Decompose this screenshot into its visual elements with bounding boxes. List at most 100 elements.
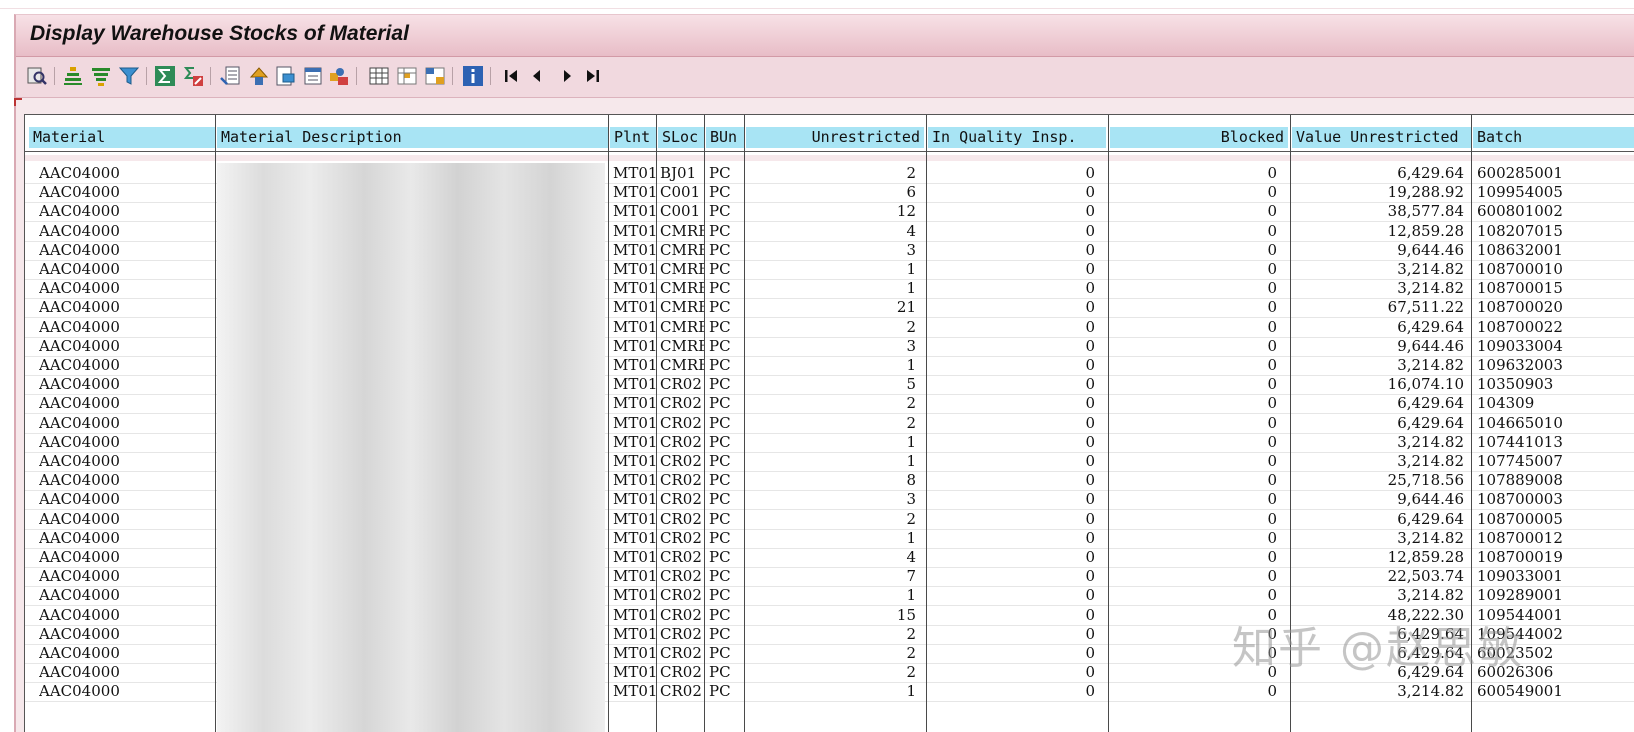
cell-base-unit[interactable]: PC: [709, 490, 744, 509]
cell-batch[interactable]: 109033004: [1477, 337, 1634, 356]
cell-batch[interactable]: 108700012: [1477, 529, 1634, 548]
cell-value-unrestricted[interactable]: 38,577.84: [1292, 202, 1464, 221]
cell-blocked[interactable]: 0: [1110, 452, 1277, 471]
cell-storage-location[interactable]: CR02: [660, 414, 704, 433]
cell-storage-location[interactable]: CR02: [660, 625, 704, 644]
cell-unrestricted[interactable]: 2: [746, 644, 916, 663]
cell-material[interactable]: AAC04000: [39, 567, 209, 586]
cell-storage-location[interactable]: CR02: [660, 490, 704, 509]
cell-plant[interactable]: MT01: [613, 490, 656, 509]
cell-storage-location[interactable]: BJ01: [660, 164, 704, 183]
cell-unrestricted[interactable]: 1: [746, 452, 916, 471]
change-layout-icon[interactable]: [368, 65, 390, 87]
cell-blocked[interactable]: 0: [1110, 164, 1277, 183]
cell-unrestricted[interactable]: 2: [746, 510, 916, 529]
cell-material[interactable]: AAC04000: [39, 202, 209, 221]
cell-batch[interactable]: 600549001: [1477, 682, 1634, 701]
cell-storage-location[interactable]: CR02: [660, 433, 704, 452]
graphic-icon[interactable]: [328, 65, 350, 87]
cell-plant[interactable]: MT01: [613, 625, 656, 644]
cell-unrestricted[interactable]: 2: [746, 625, 916, 644]
cell-value-unrestricted[interactable]: 6,429.64: [1292, 318, 1464, 337]
column-header-storage-location[interactable]: SLoc: [658, 127, 704, 148]
cell-base-unit[interactable]: PC: [709, 510, 744, 529]
cell-in-quality-insp[interactable]: 0: [928, 490, 1095, 509]
cell-in-quality-insp[interactable]: 0: [928, 663, 1095, 682]
cell-material[interactable]: AAC04000: [39, 529, 209, 548]
cell-unrestricted[interactable]: 2: [746, 663, 916, 682]
cell-value-unrestricted[interactable]: 3,214.82: [1292, 586, 1464, 605]
details-icon[interactable]: [26, 65, 48, 87]
cell-storage-location[interactable]: CMRB: [660, 298, 704, 317]
cell-value-unrestricted[interactable]: 6,429.64: [1292, 510, 1464, 529]
cell-unrestricted[interactable]: 21: [746, 298, 916, 317]
cell-material[interactable]: AAC04000: [39, 452, 209, 471]
cell-plant[interactable]: MT01: [613, 471, 656, 490]
column-header-value-unrestricted[interactable]: Value Unrestricted: [1292, 127, 1471, 148]
cell-plant[interactable]: MT01: [613, 606, 656, 625]
cell-in-quality-insp[interactable]: 0: [928, 586, 1095, 605]
filter-icon[interactable]: [118, 65, 140, 87]
cell-plant[interactable]: MT01: [613, 164, 656, 183]
cell-unrestricted[interactable]: 15: [746, 606, 916, 625]
cell-plant[interactable]: MT01: [613, 663, 656, 682]
cell-batch[interactable]: 107889008: [1477, 471, 1634, 490]
cell-base-unit[interactable]: PC: [709, 202, 744, 221]
cell-storage-location[interactable]: CR02: [660, 663, 704, 682]
cell-blocked[interactable]: 0: [1110, 183, 1277, 202]
cell-storage-location[interactable]: CR02: [660, 606, 704, 625]
cell-batch[interactable]: 108700003: [1477, 490, 1634, 509]
info-icon[interactable]: [462, 65, 484, 87]
column-header-material[interactable]: Material: [29, 127, 215, 148]
cell-batch[interactable]: 104665010: [1477, 414, 1634, 433]
cell-base-unit[interactable]: PC: [709, 260, 744, 279]
cell-value-unrestricted[interactable]: 3,214.82: [1292, 356, 1464, 375]
cell-base-unit[interactable]: PC: [709, 433, 744, 452]
cell-plant[interactable]: MT01: [613, 202, 656, 221]
cell-plant[interactable]: MT01: [613, 586, 656, 605]
cell-unrestricted[interactable]: 12: [746, 202, 916, 221]
cell-in-quality-insp[interactable]: 0: [928, 510, 1095, 529]
last-page-icon[interactable]: [582, 65, 604, 87]
select-layout-icon[interactable]: [396, 65, 418, 87]
cell-plant[interactable]: MT01: [613, 548, 656, 567]
cell-blocked[interactable]: 0: [1110, 298, 1277, 317]
cell-material[interactable]: AAC04000: [39, 375, 209, 394]
cell-batch[interactable]: 104309: [1477, 394, 1634, 413]
cell-value-unrestricted[interactable]: 22,503.74: [1292, 567, 1464, 586]
cell-value-unrestricted[interactable]: 3,214.82: [1292, 279, 1464, 298]
cell-storage-location[interactable]: CR02: [660, 682, 704, 701]
column-header-batch[interactable]: Batch: [1473, 127, 1634, 148]
cell-material[interactable]: AAC04000: [39, 279, 209, 298]
cell-plant[interactable]: MT01: [613, 529, 656, 548]
cell-storage-location[interactable]: CR02: [660, 529, 704, 548]
cell-plant[interactable]: MT01: [613, 337, 656, 356]
cell-value-unrestricted[interactable]: 12,859.28: [1292, 222, 1464, 241]
cell-batch[interactable]: 109033001: [1477, 567, 1634, 586]
cell-plant[interactable]: MT01: [613, 567, 656, 586]
cell-in-quality-insp[interactable]: 0: [928, 183, 1095, 202]
cell-blocked[interactable]: 0: [1110, 567, 1277, 586]
cell-blocked[interactable]: 0: [1110, 279, 1277, 298]
cell-material[interactable]: AAC04000: [39, 548, 209, 567]
cell-blocked[interactable]: 0: [1110, 529, 1277, 548]
cell-batch[interactable]: 107745007: [1477, 452, 1634, 471]
cell-unrestricted[interactable]: 1: [746, 260, 916, 279]
cell-material[interactable]: AAC04000: [39, 241, 209, 260]
cell-material[interactable]: AAC04000: [39, 298, 209, 317]
cell-in-quality-insp[interactable]: 0: [928, 567, 1095, 586]
cell-blocked[interactable]: 0: [1110, 471, 1277, 490]
cell-value-unrestricted[interactable]: 6,429.64: [1292, 414, 1464, 433]
cell-base-unit[interactable]: PC: [709, 682, 744, 701]
cell-value-unrestricted[interactable]: 3,214.82: [1292, 260, 1464, 279]
cell-unrestricted[interactable]: 4: [746, 548, 916, 567]
column-header-base-unit[interactable]: BUn: [706, 127, 744, 148]
cell-storage-location[interactable]: CR02: [660, 394, 704, 413]
cell-storage-location[interactable]: CR02: [660, 548, 704, 567]
cell-in-quality-insp[interactable]: 0: [928, 241, 1095, 260]
cell-plant[interactable]: MT01: [613, 241, 656, 260]
cell-plant[interactable]: MT01: [613, 510, 656, 529]
cell-in-quality-insp[interactable]: 0: [928, 222, 1095, 241]
cell-storage-location[interactable]: CR02: [660, 375, 704, 394]
cell-unrestricted[interactable]: 3: [746, 337, 916, 356]
